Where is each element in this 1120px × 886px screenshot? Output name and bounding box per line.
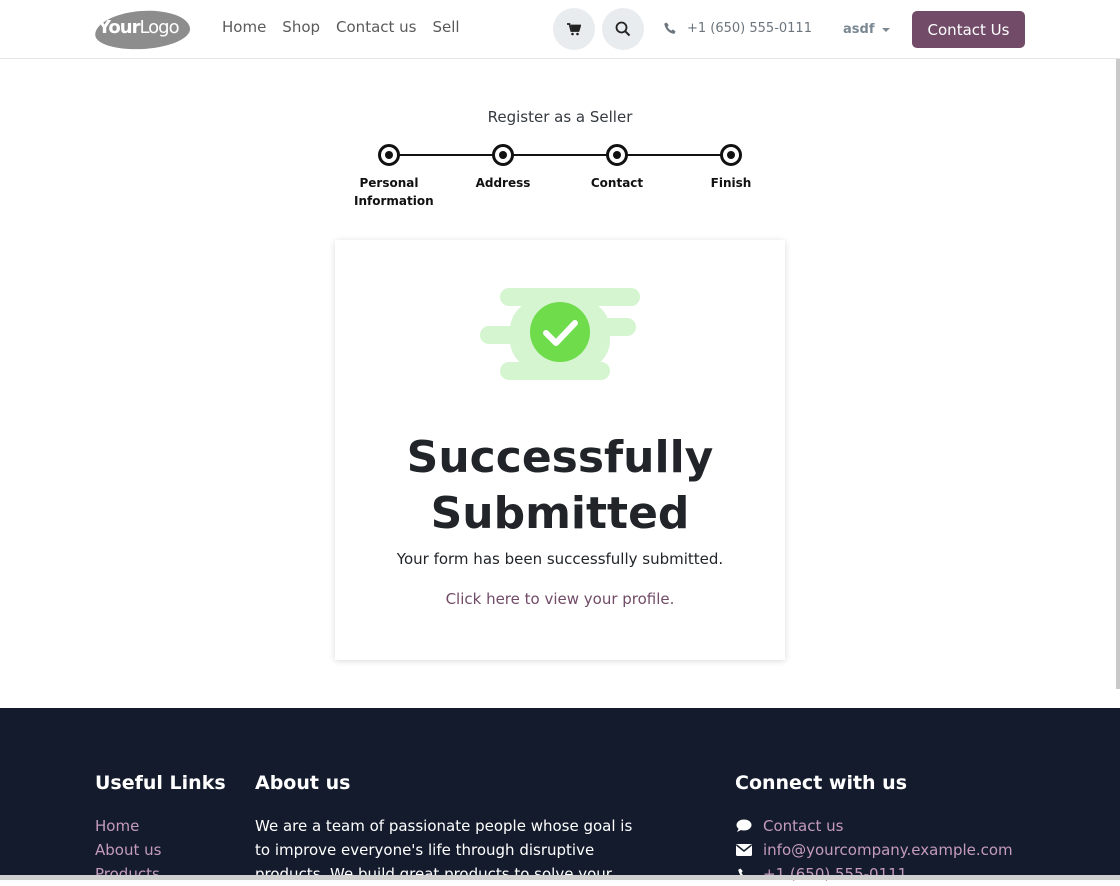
site-footer: Useful Links Home About us Products Abou… <box>0 708 1120 883</box>
view-profile-link[interactable]: Click here to view your profile. <box>335 590 785 608</box>
connect-email-link[interactable]: info@yourcompany.example.com <box>735 838 1013 862</box>
step-label: Finish <box>710 176 752 190</box>
cart-button[interactable] <box>553 8 595 50</box>
nav-home[interactable]: Home <box>222 18 266 36</box>
comment-icon <box>735 819 753 833</box>
step-marker-icon <box>606 144 628 166</box>
connect-heading: Connect with us <box>735 772 908 794</box>
search-button[interactable] <box>602 8 644 50</box>
step-label: Contact <box>590 176 644 190</box>
footer-link-products[interactable]: Products <box>95 862 161 886</box>
step-address: Address <box>458 144 548 192</box>
site-logo[interactable]: YourLogo <box>93 7 192 53</box>
step-label: Address <box>475 176 531 190</box>
main-nav: Home Shop Contact us Sell <box>222 18 460 36</box>
connect-contact-link[interactable]: Contact us <box>735 814 1013 838</box>
logo-text: YourLogo <box>98 17 180 38</box>
horizontal-scrollbar[interactable] <box>0 875 1120 880</box>
registration-title: Register as a Seller <box>487 108 633 126</box>
step-marker-icon <box>720 144 742 166</box>
footer-link-about[interactable]: About us <box>95 838 161 862</box>
step-marker-icon <box>378 144 400 166</box>
success-check-icon <box>480 288 640 380</box>
step-finish: Finish <box>686 144 776 192</box>
about-heading: About us <box>255 772 351 794</box>
progress-steps: Personal Information Address Contact Fin… <box>350 144 770 224</box>
cart-icon <box>567 22 581 35</box>
user-name: asdf <box>843 22 875 37</box>
phone-icon <box>664 22 676 34</box>
connect-text: Contact us <box>763 817 844 835</box>
connect-text: +1 (650) 555-0111 <box>763 865 908 883</box>
search-icon <box>615 21 631 37</box>
footer-link-home[interactable]: Home <box>95 814 161 838</box>
step-personal-information: Personal Information <box>344 144 434 210</box>
connect-phone-link[interactable]: +1 (650) 555-0111 <box>735 862 1013 886</box>
contact-us-button[interactable]: Contact Us <box>912 11 1025 48</box>
nav-contact-us[interactable]: Contact us <box>336 18 416 36</box>
site-header: YourLogo Home Shop Contact us Sell +1 (6… <box>0 0 1120 59</box>
success-card: Successfully Submitted Your form has bee… <box>335 240 785 660</box>
nav-shop[interactable]: Shop <box>282 18 320 36</box>
chevron-down-icon <box>882 27 891 32</box>
envelope-icon <box>735 844 753 856</box>
header-phone-text: +1 (650) 555-0111 <box>687 21 812 36</box>
user-menu-dropdown[interactable]: asdf <box>843 22 891 37</box>
nav-sell[interactable]: Sell <box>432 18 459 36</box>
progress-line <box>388 154 732 156</box>
scrollbar[interactable] <box>1116 59 1120 689</box>
step-contact: Contact <box>572 144 662 192</box>
useful-links-heading: Useful Links <box>95 772 226 794</box>
success-title: Successfully Submitted <box>406 432 714 539</box>
step-marker-icon <box>492 144 514 166</box>
step-label: Personal Information <box>354 176 434 208</box>
connect-text: info@yourcompany.example.com <box>763 841 1013 859</box>
header-phone[interactable]: +1 (650) 555-0111 <box>664 21 812 36</box>
success-message: Your form has been successfully submitte… <box>396 550 724 568</box>
